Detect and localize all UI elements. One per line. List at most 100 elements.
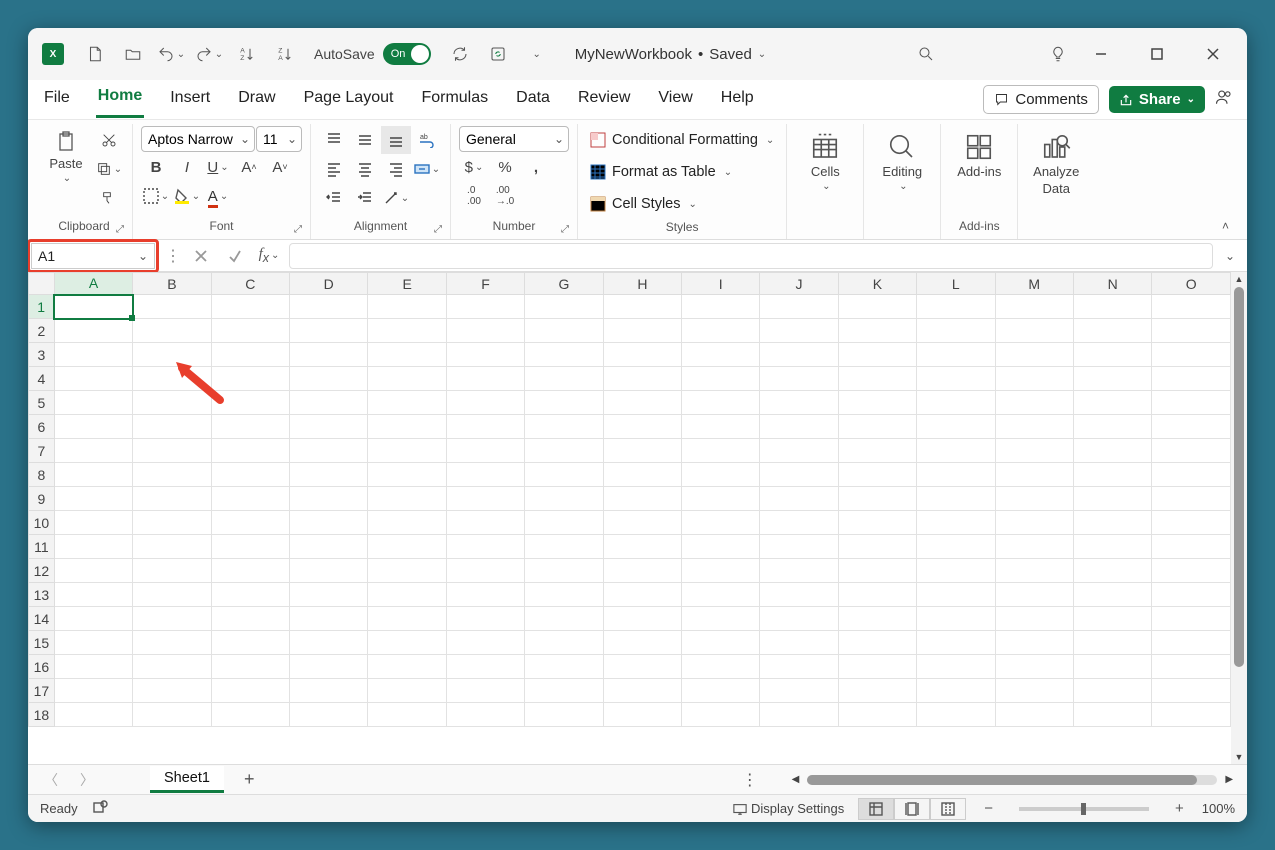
align-top-button[interactable] (319, 126, 349, 154)
hscroll-left-icon[interactable]: ◀ (788, 774, 804, 785)
tab-insert[interactable]: Insert (168, 83, 212, 117)
decrease-decimal-button[interactable]: .00→.0 (490, 182, 520, 210)
font-size-select[interactable]: 11 (256, 126, 302, 152)
increase-decimal-button[interactable]: .0.00 (459, 182, 489, 210)
expand-formula-bar-button[interactable]: ⌄ (1219, 249, 1241, 263)
tab-review[interactable]: Review (576, 83, 632, 117)
cut-button[interactable] (94, 126, 124, 154)
autosave-toggle[interactable]: On (383, 43, 431, 65)
align-left-button[interactable] (319, 155, 349, 183)
title-chevron-icon[interactable]: ⌄ (758, 49, 766, 60)
col-header-G[interactable]: G (525, 273, 603, 295)
orientation-button[interactable]: ⌄ (381, 184, 411, 212)
percent-button[interactable]: % (490, 153, 520, 181)
close-button[interactable] (1191, 39, 1235, 69)
format-as-table-button[interactable]: Format as Table⌄ (586, 158, 736, 186)
col-header-L[interactable]: L (917, 273, 995, 295)
tab-page-layout[interactable]: Page Layout (302, 83, 396, 117)
sort-desc-icon[interactable]: ZA (268, 37, 302, 71)
scroll-down-icon[interactable]: ▼ (1233, 750, 1246, 764)
copy-button[interactable]: ⌄ (94, 155, 124, 183)
comments-button[interactable]: Comments (983, 85, 1099, 114)
cancel-formula-button[interactable] (187, 243, 215, 269)
account-icon[interactable] (1215, 88, 1233, 111)
row-header-1[interactable]: 1 (29, 295, 55, 319)
col-header-H[interactable]: H (603, 273, 681, 295)
underline-button[interactable]: U⌄ (203, 153, 233, 181)
tab-help[interactable]: Help (719, 83, 756, 117)
open-file-icon[interactable] (116, 37, 150, 71)
col-header-D[interactable]: D (290, 273, 368, 295)
row-header-11[interactable]: 11 (29, 535, 55, 559)
zoom-in-button[interactable]: + (1171, 800, 1188, 817)
decrease-indent-button[interactable] (319, 184, 349, 212)
row-header-2[interactable]: 2 (29, 319, 55, 343)
row-header-4[interactable]: 4 (29, 367, 55, 391)
col-header-N[interactable]: N (1073, 273, 1151, 295)
col-header-O[interactable]: O (1152, 273, 1231, 295)
row-header-14[interactable]: 14 (29, 607, 55, 631)
vscroll-thumb[interactable] (1234, 287, 1244, 667)
add-sheet-button[interactable]: + (234, 769, 265, 790)
view-page-break-button[interactable] (930, 798, 966, 820)
analyze-data-button[interactable]: Analyze Data (1026, 126, 1086, 196)
share-button[interactable]: Share ⌄ (1109, 86, 1205, 113)
vertical-scrollbar[interactable]: ▲ ▼ (1231, 272, 1247, 764)
sheet-tab-sheet1[interactable]: Sheet1 (150, 766, 224, 793)
enter-formula-button[interactable] (221, 243, 249, 269)
fill-color-button[interactable]: ⌄ (172, 182, 202, 210)
tab-file[interactable]: File (42, 83, 72, 117)
conditional-formatting-button[interactable]: Conditional Formatting⌄ (586, 126, 778, 154)
display-settings-button[interactable]: Display Settings (733, 801, 844, 816)
lightbulb-icon[interactable] (1041, 37, 1075, 71)
view-normal-button[interactable] (858, 798, 894, 820)
collapse-ribbon-button[interactable]: ˄ (1212, 213, 1239, 239)
alignment-dialog-launcher[interactable]: ⤢ (434, 224, 442, 235)
row-header-16[interactable]: 16 (29, 655, 55, 679)
col-header-A[interactable]: A (54, 273, 132, 295)
col-header-M[interactable]: M (995, 273, 1073, 295)
search-icon[interactable] (909, 37, 943, 71)
italic-button[interactable]: I (172, 153, 202, 181)
row-header-10[interactable]: 10 (29, 511, 55, 535)
row-header-5[interactable]: 5 (29, 391, 55, 415)
zoom-level[interactable]: 100% (1202, 801, 1235, 816)
zoom-out-button[interactable]: − (980, 800, 997, 817)
col-header-F[interactable]: F (446, 273, 524, 295)
font-dialog-launcher[interactable]: ⤢ (294, 224, 302, 235)
format-painter-button[interactable] (94, 184, 124, 212)
merge-center-button[interactable]: ⌄ (412, 155, 442, 183)
currency-button[interactable]: $⌄ (459, 153, 489, 181)
clipboard-dialog-launcher[interactable]: ⤢ (116, 224, 124, 235)
refresh-icon[interactable] (443, 37, 477, 71)
bold-button[interactable]: B (141, 153, 171, 181)
name-box[interactable]: A1 (31, 243, 155, 269)
qat-customize-icon[interactable]: ⌄ (519, 37, 553, 71)
col-header-J[interactable]: J (760, 273, 838, 295)
addins-button[interactable]: Add-ins (949, 126, 1009, 179)
sheet-nav-prev[interactable]: 〈 (38, 770, 64, 790)
number-format-select[interactable]: General (459, 126, 569, 152)
comma-button[interactable]: , (521, 153, 551, 181)
macro-record-icon[interactable] (92, 799, 108, 818)
align-bottom-button[interactable] (381, 126, 411, 154)
col-header-E[interactable]: E (368, 273, 446, 295)
align-center-button[interactable] (350, 155, 380, 183)
row-header-9[interactable]: 9 (29, 487, 55, 511)
col-header-C[interactable]: C (211, 273, 289, 295)
cells-button[interactable]: Cells ⌄ (795, 126, 855, 192)
grow-font-button[interactable]: A˄ (234, 153, 264, 181)
select-all-corner[interactable] (29, 273, 55, 295)
align-right-button[interactable] (381, 155, 411, 183)
maximize-button[interactable] (1135, 39, 1179, 69)
row-header-3[interactable]: 3 (29, 343, 55, 367)
sheet-nav-next[interactable]: 〉 (74, 770, 100, 790)
hscroll-thumb[interactable] (807, 775, 1197, 785)
redo-button[interactable]: ⌄ (192, 37, 226, 71)
tab-data[interactable]: Data (514, 83, 552, 117)
insert-function-button[interactable]: fx⌄ (255, 243, 283, 269)
zoom-slider[interactable] (1019, 807, 1149, 811)
formula-input[interactable] (289, 243, 1213, 269)
sort-asc-icon[interactable]: AZ (230, 37, 264, 71)
borders-button[interactable]: ⌄ (141, 182, 171, 210)
